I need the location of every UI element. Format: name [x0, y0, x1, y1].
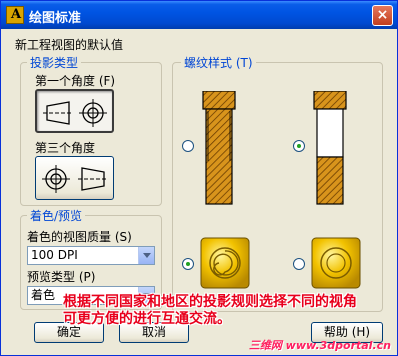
thread-style-radio-shaded-left[interactable] — [182, 258, 194, 270]
drawing-standards-dialog: 绘图标准 × 新工程视图的默认值 投影类型 第一个角度 (F) 第三个角度 着色… — [0, 0, 398, 356]
chevron-down-icon[interactable] — [138, 247, 154, 264]
preview-type-value: 着色 — [31, 288, 56, 302]
hatched-thread-thumbnail-2 — [313, 91, 347, 205]
quality-select[interactable]: 100 DPI — [27, 246, 155, 265]
defaults-label: 新工程视图的默认值 — [15, 38, 124, 52]
third-angle-symbol-icon — [42, 165, 108, 193]
projection-type-legend: 投影类型 — [27, 54, 82, 71]
first-angle-symbol-icon — [43, 99, 107, 127]
preview-type-label: 预览类型 (P) — [27, 270, 96, 284]
first-angle-label: 第一个角度 (F) — [35, 74, 116, 88]
thread-style-radio-hatched-left[interactable] — [182, 140, 194, 152]
title-bar[interactable]: 绘图标准 × — [1, 1, 397, 29]
watermark: 三维网 www.3dportal.cn — [248, 339, 391, 352]
quality-label: 着色的视图质量 (S) — [27, 230, 132, 244]
thread-style-radio-shaded-right[interactable] — [293, 258, 305, 270]
shaded-thread-thumbnail-1 — [200, 237, 250, 289]
first-angle-button[interactable] — [35, 89, 114, 133]
app-icon — [6, 6, 24, 24]
close-button[interactable]: × — [372, 5, 393, 26]
quality-value: 100 DPI — [31, 248, 78, 262]
thread-style-legend: 螺纹样式 (T) — [181, 54, 256, 71]
third-angle-button[interactable] — [35, 156, 114, 200]
third-angle-label: 第三个角度 — [35, 141, 96, 155]
window-title: 绘图标准 — [29, 11, 82, 26]
annotation-text: 根据不同国家和地区的投影规则选择不同的视角可更方便的进行互通交流。 — [63, 294, 357, 327]
thread-style-radio-hatched-right[interactable] — [293, 140, 305, 152]
hatched-thread-thumbnail-1 — [202, 91, 236, 205]
shaded-thread-thumbnail-2 — [311, 237, 361, 289]
shading-preview-legend: 着色/预览 — [27, 207, 86, 224]
